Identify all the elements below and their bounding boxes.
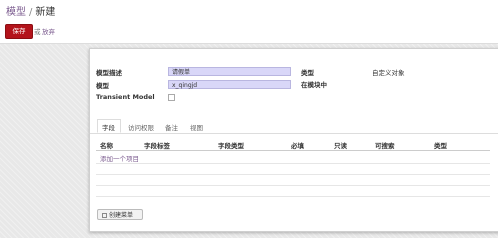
add-item-link[interactable]: 添加一个项目: [100, 153, 139, 163]
table-row-divider: [96, 163, 490, 164]
tab-bar: 字段 访问权限 备注 视图: [90, 119, 498, 134]
column-header-type[interactable]: 类型: [434, 140, 447, 150]
menu-icon: [102, 213, 107, 218]
breadcrumb-current: 新建: [35, 7, 56, 18]
column-header-required[interactable]: 必填: [291, 140, 304, 150]
column-header-searchable[interactable]: 可搜索: [375, 140, 395, 150]
column-header-readonly[interactable]: 只读: [334, 140, 347, 150]
table-row-divider: [96, 196, 490, 197]
tab-access-rights[interactable]: 访问权限: [128, 122, 154, 132]
create-menu-button[interactable]: 创建菜单: [97, 209, 143, 220]
discard-link[interactable]: 放弃: [42, 26, 55, 36]
table-row-divider: [96, 174, 490, 175]
column-header-field-label[interactable]: 字段标签: [144, 140, 170, 150]
model-label: 模型: [96, 82, 109, 90]
top-bar: 模型 / 新建 保存 或 放弃: [0, 0, 498, 44]
save-button[interactable]: 保存: [5, 24, 33, 39]
create-menu-label: 创建菜单: [109, 212, 134, 219]
transient-model-checkbox[interactable]: [168, 94, 175, 101]
breadcrumb-parent-link[interactable]: 模型: [6, 7, 26, 18]
column-header-field-type[interactable]: 字段类型: [218, 140, 244, 150]
breadcrumb-separator: /: [29, 7, 33, 18]
tab-fields[interactable]: 字段: [102, 122, 115, 132]
transient-model-label: Transient Model: [96, 93, 155, 101]
in-modules-label: 在模块中: [301, 81, 327, 89]
table-row-divider: [96, 185, 490, 186]
type-label: 类型: [301, 69, 314, 77]
form-sheet: 模型描述 请假单 模型 x_qingjd Transient Model 类型 …: [89, 48, 498, 232]
model-description-input[interactable]: 请假单: [168, 67, 291, 76]
breadcrumb: 模型 / 新建: [6, 3, 55, 18]
model-description-label: 模型描述: [96, 69, 122, 77]
column-header-name[interactable]: 名称: [100, 140, 113, 150]
table-header-divider: [96, 150, 490, 151]
or-label: 或: [34, 28, 41, 36]
type-value: 自定义对象: [372, 69, 405, 77]
tab-views[interactable]: 视图: [190, 122, 203, 132]
tab-notes[interactable]: 备注: [165, 122, 178, 132]
model-input[interactable]: x_qingjd: [168, 80, 291, 89]
